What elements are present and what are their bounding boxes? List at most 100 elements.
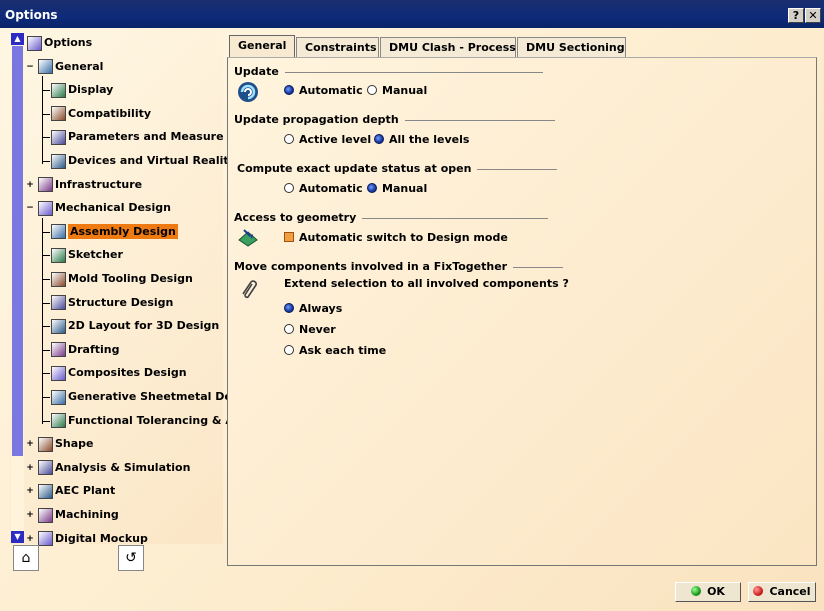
tree-expand-icon[interactable]: +	[26, 440, 34, 449]
tree-connector	[42, 373, 50, 375]
tree-item-mold-tooling-design[interactable]: Mold Tooling Design	[51, 269, 193, 289]
ok-label: OK	[707, 585, 725, 598]
fixtogether-ask-label: Ask each time	[299, 344, 387, 357]
tree-expand-icon[interactable]: +	[26, 534, 34, 543]
aec-plant-icon	[38, 483, 53, 499]
tree-item-shape[interactable]: Shape	[38, 434, 94, 454]
tree-connector	[42, 161, 50, 162]
tree-home-icon[interactable]: ⌂	[13, 545, 39, 571]
layout-2d-icon	[51, 318, 66, 334]
tree-connector	[42, 420, 50, 422]
tree-item-label: Infrastructure	[55, 177, 143, 191]
ok-button[interactable]: OK	[675, 582, 741, 602]
tree-item-compatibility[interactable]: Compatibility	[51, 104, 151, 124]
general-icon	[38, 59, 53, 75]
update-manual-radio[interactable]: Manual	[367, 84, 427, 97]
tree-item-label: 2D Layout for 3D Design	[68, 319, 220, 333]
tree-item-composites-design[interactable]: Composites Design	[51, 363, 187, 383]
tree-item-devices-and-virtual-reality[interactable]: Devices and Virtual Reality	[51, 151, 236, 171]
tree-expand-icon[interactable]: +	[26, 463, 34, 472]
update-automatic-radio[interactable]: Automatic	[284, 84, 363, 97]
tab-dmu-clash-process[interactable]: DMU Clash - Process	[380, 37, 516, 57]
exact-automatic-radio[interactable]: Automatic	[284, 182, 363, 195]
tree-item-label: Drafting	[68, 342, 120, 356]
tab-general[interactable]: General	[229, 35, 295, 59]
tab-dmu-sectioning[interactable]: DMU Sectioning	[517, 37, 626, 57]
tree-item-machining[interactable]: Machining	[38, 505, 119, 525]
sheetmetal-icon	[51, 389, 66, 405]
radio-indicator	[374, 134, 384, 144]
depth-active-level-radio[interactable]: Active level	[284, 133, 371, 146]
fixtogether-always-label: Always	[299, 302, 343, 315]
display-icon	[51, 82, 66, 98]
radio-indicator	[367, 85, 377, 95]
section-depth: Update propagation depth	[234, 113, 555, 126]
tree-item-analysis-simulation[interactable]: Analysis & Simulation	[38, 458, 190, 478]
scroll-up-arrow-icon[interactable]: ▲	[11, 33, 24, 45]
section-fixtogether-title: Move components involved in a FixTogethe…	[234, 260, 508, 273]
tree-item-aec-plant[interactable]: AEC Plant	[38, 481, 115, 501]
tree-connector	[42, 279, 50, 280]
tree-connector	[42, 326, 50, 328]
section-exact-update: Compute exact update status at open	[237, 162, 558, 175]
tree-item-options[interactable]: Options	[27, 33, 92, 53]
tree-guide-line	[42, 76, 43, 164]
structure-design-icon	[51, 295, 66, 311]
tree-item-drafting[interactable]: Drafting	[51, 340, 120, 360]
tree-item-sketcher[interactable]: Sketcher	[51, 245, 123, 265]
tree-item-general[interactable]: General	[38, 57, 103, 77]
tree-item-functional-tolerancing-ar[interactable]: Functional Tolerancing & Ar	[51, 411, 239, 431]
update-automatic-label: Automatic	[299, 84, 363, 97]
options-icon	[27, 35, 42, 51]
tree-item-infrastructure[interactable]: Infrastructure	[38, 175, 142, 195]
tree-item-label: Parameters and Measure	[68, 130, 224, 144]
tree-item-2d-layout-for-3d-design[interactable]: 2D Layout for 3D Design	[51, 316, 219, 336]
tree-expand-icon[interactable]: −	[26, 62, 34, 71]
shape-icon	[38, 436, 53, 452]
mechanical-design-icon	[38, 200, 53, 216]
fixtogether-always-radio[interactable]: Always	[284, 302, 342, 315]
tree-item-display[interactable]: Display	[51, 80, 113, 100]
tree-connector	[42, 349, 50, 351]
fixtogether-never-radio[interactable]: Never	[284, 323, 336, 336]
tree-item-generative-sheetmetal-des[interactable]: Generative Sheetmetal Des	[51, 387, 238, 407]
tree-expand-icon[interactable]: +	[26, 180, 34, 189]
scroll-down-arrow-icon[interactable]: ▼	[11, 531, 24, 543]
cancel-button[interactable]: Cancel	[748, 582, 816, 602]
close-button[interactable]: ✕	[805, 8, 821, 23]
tree-item-assembly-design[interactable]: Assembly Design	[51, 222, 178, 242]
ok-icon	[691, 586, 702, 596]
tree-item-structure-design[interactable]: Structure Design	[51, 293, 173, 313]
tree-item-parameters-and-measure[interactable]: Parameters and Measure	[51, 127, 224, 147]
tree-item-mechanical-design[interactable]: Mechanical Design	[38, 198, 171, 218]
tree-item-label: Functional Tolerancing & Ar	[68, 413, 240, 427]
tree-reset-icon[interactable]: ↺	[118, 545, 144, 571]
tree-item-label: Shape	[55, 437, 94, 451]
auto-switch-design-mode-label: Automatic switch to Design mode	[299, 231, 508, 244]
radio-indicator	[284, 303, 294, 313]
fixtogether-ask-radio[interactable]: Ask each time	[284, 344, 386, 357]
auto-switch-design-mode-checkbox[interactable]: Automatic switch to Design mode	[284, 231, 508, 244]
exact-manual-radio[interactable]: Manual	[367, 182, 427, 195]
tree-expand-icon[interactable]: −	[26, 204, 34, 213]
section-geometry: Access to geometry	[234, 211, 549, 224]
radio-indicator	[284, 324, 294, 334]
section-update-title: Update	[234, 65, 279, 78]
devices-icon	[51, 153, 66, 169]
fixtogether-never-label: Never	[299, 323, 336, 336]
update-icon	[238, 82, 258, 102]
tree-item-label: Mold Tooling Design	[68, 272, 193, 285]
depth-all-levels-radio[interactable]: All the levels	[374, 133, 469, 146]
infrastructure-icon	[38, 177, 53, 193]
tree-expand-icon[interactable]: +	[26, 511, 34, 520]
cancel-label: Cancel	[769, 585, 811, 598]
help-button[interactable]: ?	[788, 8, 804, 23]
tree-expand-icon[interactable]: +	[26, 487, 34, 496]
tree-item-label: Structure Design	[68, 295, 174, 309]
section-fixtogether: Move components involved in a FixTogethe…	[234, 260, 564, 273]
scroll-thumb[interactable]	[12, 46, 23, 456]
tree-connector	[42, 302, 50, 304]
title-bar: Options ? ✕	[0, 0, 824, 28]
tab-constraints[interactable]: Constraints	[296, 37, 379, 57]
tree-scrollbar[interactable]: ▲ ▼	[11, 33, 24, 543]
